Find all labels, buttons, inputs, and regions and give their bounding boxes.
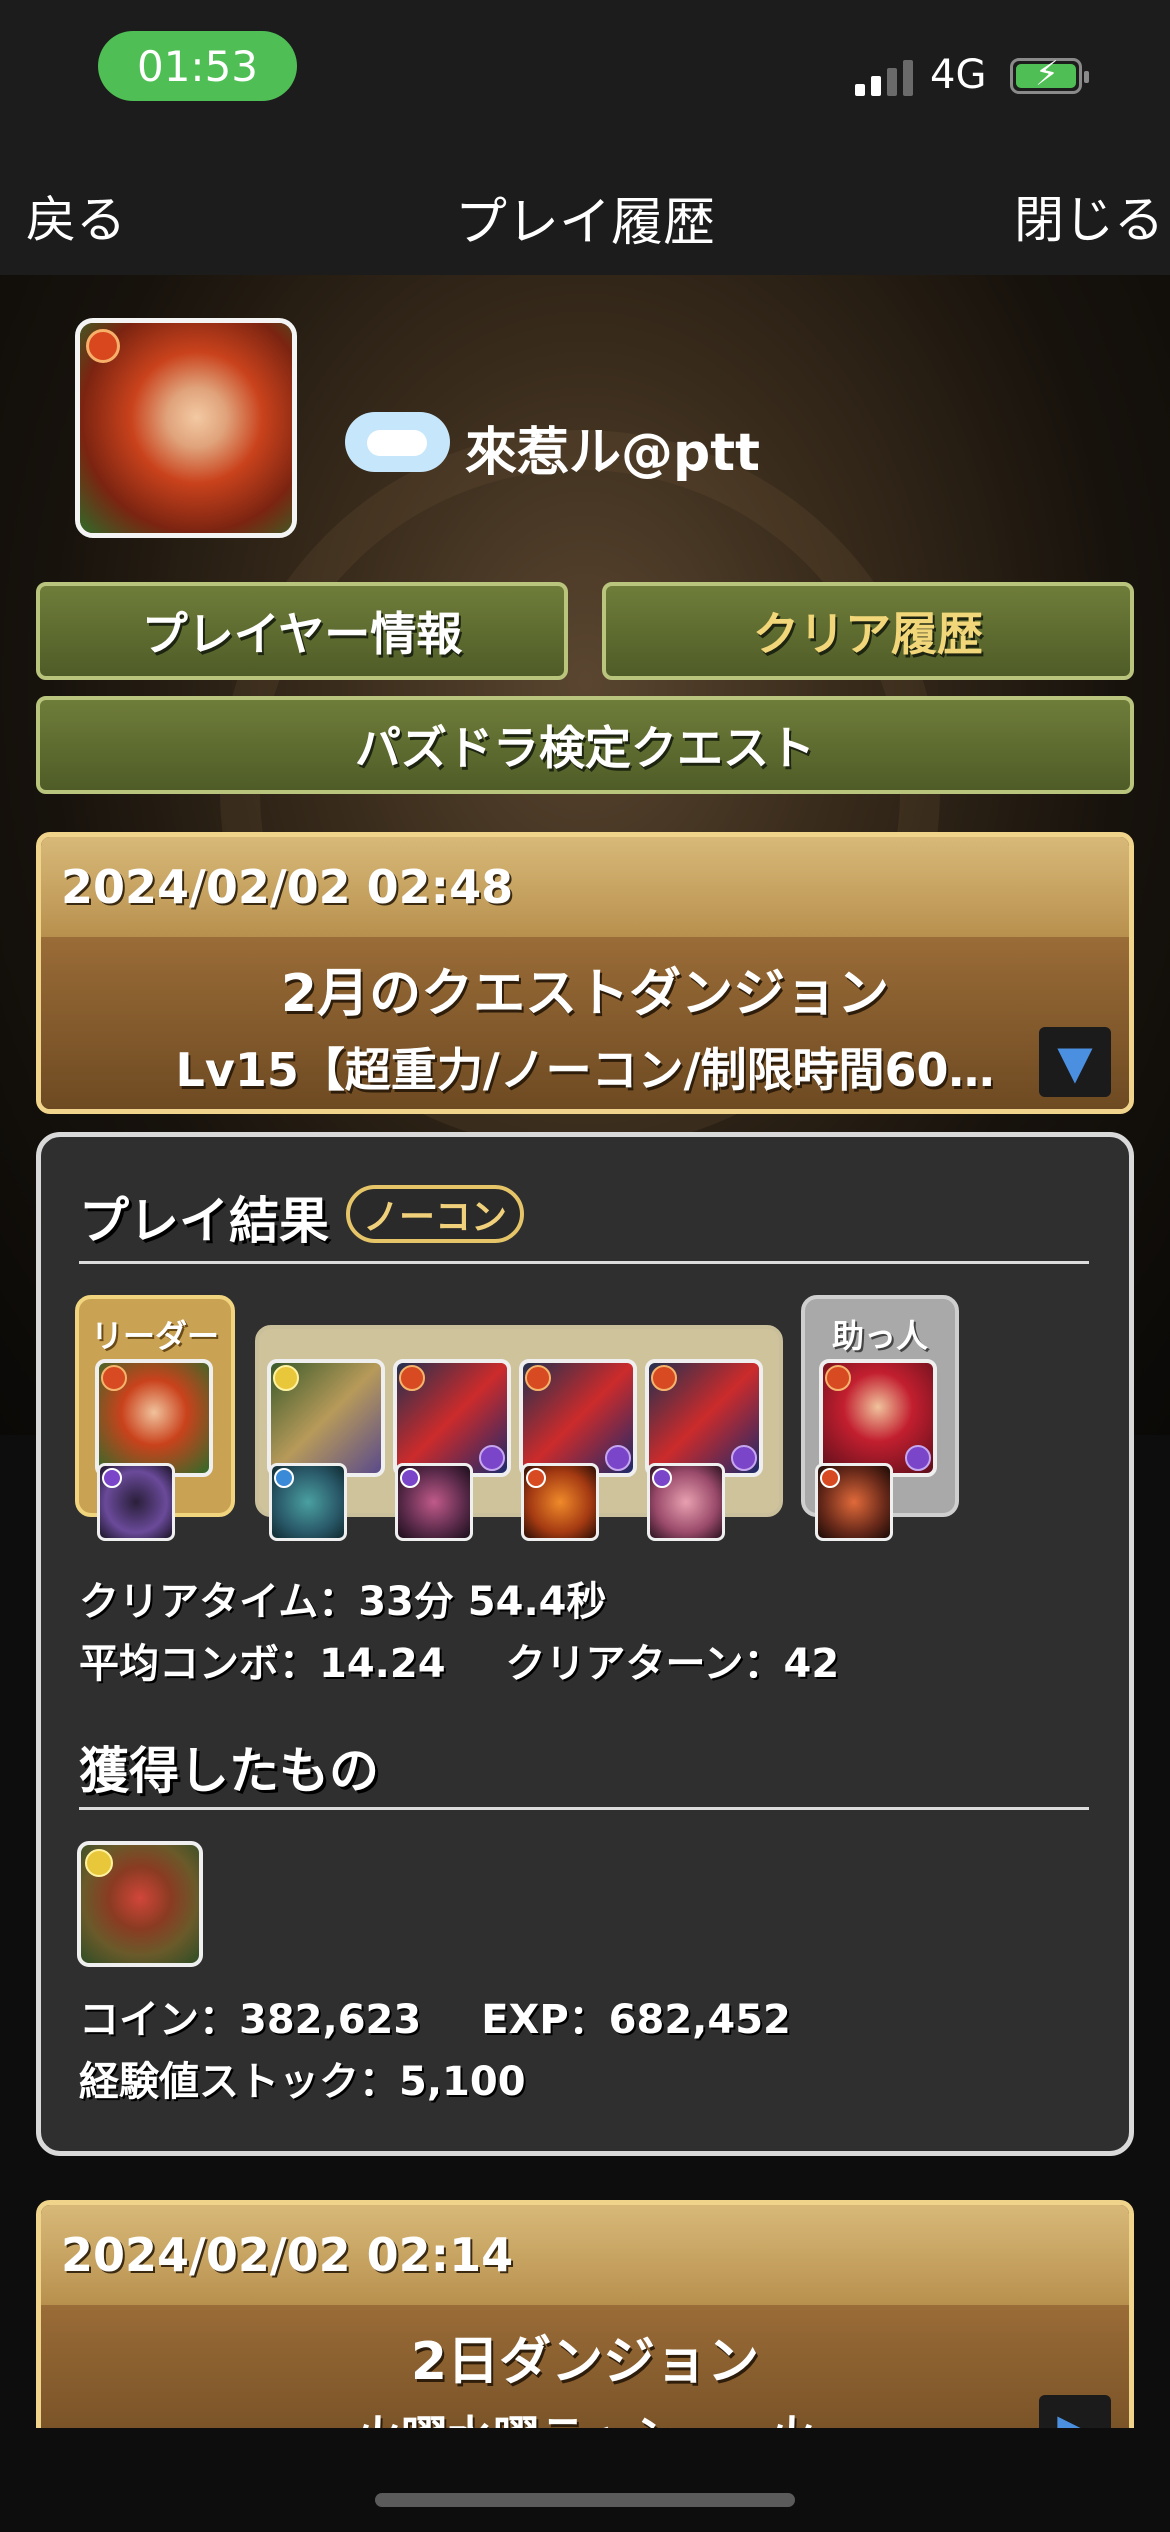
helper-label: 助っ人	[831, 1317, 928, 1355]
clear-time: クリアタイム：33分 54.4秒	[79, 1579, 607, 1625]
signal-icon	[855, 58, 913, 96]
entry-title: 2月のクエストダンジョン	[280, 964, 890, 1024]
entry-datetime: 2024/02/02 02:48	[41, 837, 1129, 937]
coin-exp-row: コイン：382,623 EXP：682,452	[79, 1987, 791, 2045]
team-monster-2[interactable]	[393, 1359, 511, 1477]
team-monster-3[interactable]	[519, 1359, 637, 1477]
team-monster-4[interactable]	[645, 1359, 763, 1477]
clear-turns: クリアターン：42	[505, 1641, 840, 1687]
page-title: プレイ履歴	[454, 193, 715, 253]
leader-assist[interactable]	[97, 1463, 175, 1541]
fire-attribute-icon	[86, 329, 120, 363]
coins: コイン：382,623	[79, 1997, 422, 2043]
combo-turn-row: 平均コンボ：14.24 クリアターン：42	[79, 1631, 839, 1689]
bottom-safe-area	[0, 2428, 1170, 2532]
home-indicator[interactable]	[375, 2493, 795, 2507]
cinnamoroll-badge-icon	[345, 412, 450, 472]
result-heading: プレイ結果	[79, 1192, 329, 1250]
player-info-button[interactable]: プレイヤー情報	[36, 582, 568, 680]
team-assist-1[interactable]	[269, 1463, 347, 1541]
team-assist-2[interactable]	[395, 1463, 473, 1541]
avatar[interactable]	[75, 318, 297, 538]
close-button[interactable]: 閉じる	[1014, 180, 1164, 252]
team-assist-3[interactable]	[521, 1463, 599, 1541]
entry-subtitle: Lv15【超重力/ノーコン/制限時間60…	[175, 1043, 995, 1097]
entry-datetime: 2024/02/02 02:14	[41, 2205, 1129, 2305]
average-combo: 平均コンボ：14.24	[79, 1641, 446, 1687]
obtained-heading: 獲得したもの	[79, 1742, 379, 1800]
helper-monster[interactable]	[819, 1359, 937, 1477]
leader-label: リーダー	[90, 1317, 219, 1355]
exp: EXP：682,452	[481, 1997, 791, 2043]
battery-icon: ⚡	[1010, 57, 1089, 94]
quest-entry-header[interactable]: 2024/02/02 02:48 2月のクエストダンジョン Lv15【超重力/ノ…	[36, 832, 1134, 1114]
divider	[79, 1807, 1089, 1810]
team-monster-1[interactable]	[267, 1359, 385, 1477]
entry-title: 2日ダンジョン	[410, 2332, 760, 2392]
network-type: 4G	[930, 52, 987, 98]
triangle-down-icon: ▼	[1057, 1035, 1093, 1089]
divider	[79, 1261, 1089, 1264]
play-result-panel: プレイ結果 ノーコン リーダー 助っ人 クリアタイム：33分 54.4秒 平均コ…	[36, 1132, 1134, 2156]
exp-stock: 経験値ストック：5,100	[79, 2059, 526, 2105]
expand-button[interactable]: ▼	[1039, 1027, 1111, 1097]
puzzle-quest-button[interactable]: パズドラ検定クエスト	[36, 696, 1134, 794]
status-time: 01:53	[98, 31, 297, 101]
clear-history-button[interactable]: クリア履歴	[602, 582, 1134, 680]
team-assist-4[interactable]	[647, 1463, 725, 1541]
status-bar: 01:53 4G ⚡	[0, 0, 1170, 150]
helper-assist[interactable]	[815, 1463, 893, 1541]
nav-bar: 戻る プレイ履歴 閉じる	[0, 150, 1170, 275]
player-name: 來惹ル@ptt	[465, 423, 760, 483]
leader-monster[interactable]	[95, 1359, 213, 1477]
no-continue-badge: ノーコン	[346, 1185, 524, 1243]
obtained-monster[interactable]	[77, 1841, 203, 1967]
